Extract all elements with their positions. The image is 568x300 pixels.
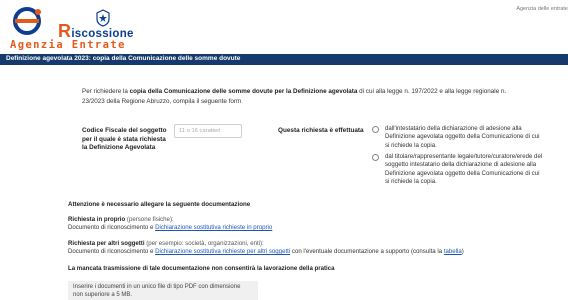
codice-fiscale-input[interactable] (174, 124, 242, 138)
page-title: Definizione agevolata 2023: copia della … (6, 55, 241, 62)
section2-text2: con l'eventuale documentazione a support… (290, 248, 444, 255)
warning-text: La mancata trasmissione di tale document… (68, 265, 335, 272)
upload-note: Inserire i documenti in un unico file di… (73, 284, 241, 299)
republic-seal-icon (96, 9, 110, 27)
brand-subtitle: Agenzia Entrate (10, 39, 126, 51)
ader-logo-icon[interactable] (10, 6, 48, 36)
radio-rappresentante[interactable] (372, 154, 379, 161)
section-altri-soggetti-heading: Richiesta per altri soggetti (per esempi… (68, 240, 264, 247)
link-tabella[interactable]: tabella (444, 248, 462, 255)
section-altri-soggetti-body: Documento di riconoscimento e Dichiarazi… (68, 248, 464, 255)
option-intestatario-label[interactable]: dall'intestatario della dichiarazione di… (385, 125, 545, 150)
agency-link[interactable]: Agenzia delle entrate (516, 6, 568, 12)
codice-fiscale-label: Codice Fiscale del soggetto per il quale… (82, 127, 167, 152)
attachments-title: Attenzione è necessario allegare la segu… (68, 201, 251, 208)
intro-bold: copia della Comunicazione delle somme do… (129, 88, 358, 95)
section2-bold: Richiesta per altri soggetti (68, 240, 145, 247)
section1-bold: Richiesta in proprio (68, 216, 126, 223)
section1-note: (persone fisiche): (125, 216, 174, 223)
option-rappresentante-label[interactable]: dal titolare/rappresentante legale/tutor… (385, 153, 545, 187)
link-dichiarazione-altri-soggetti[interactable]: Dichiarazione sostitutiva richieste per … (155, 248, 290, 255)
section-in-proprio-body: Documento di riconoscimento e Dichiarazi… (68, 224, 272, 231)
intro-part1: Per richiedere la (82, 88, 130, 95)
link-dichiarazione-in-proprio[interactable]: Dichiarazione sostitutiva richieste in p… (155, 224, 272, 231)
intro-text: Per richiedere la copia della Comunicazi… (82, 87, 522, 106)
section1-text: Documento di riconoscimento e (68, 224, 156, 231)
upload-area[interactable]: Inserire i documenti in un unico file di… (68, 281, 258, 300)
site-header: Riscossione Agenzia Entrate Agenzia dell… (0, 0, 568, 54)
section2-note: (per esempio: società, organizzazioni, e… (144, 240, 264, 247)
section2-text3: ) (461, 248, 464, 255)
request-type-label: Questa richiesta è effettuata (278, 127, 364, 134)
section2-text: Documento di riconoscimento e (68, 248, 156, 255)
radio-intestatario[interactable] (372, 126, 379, 133)
section-in-proprio-heading: Richiesta in proprio (persone fisiche): (68, 216, 174, 223)
page-title-bar: Definizione agevolata 2023: copia della … (0, 54, 568, 65)
brand-initial: R (58, 21, 72, 41)
